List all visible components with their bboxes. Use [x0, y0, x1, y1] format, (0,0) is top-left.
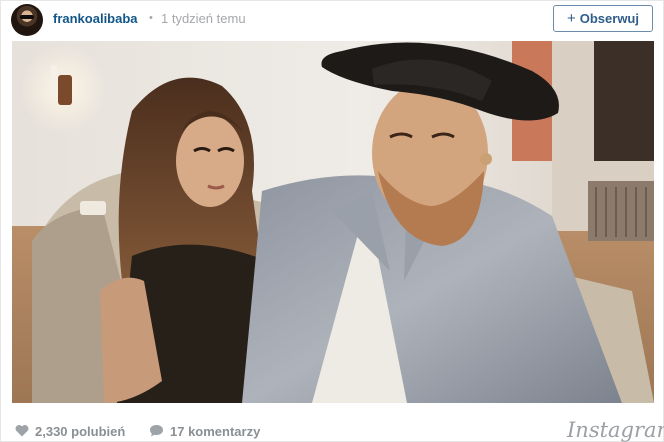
instagram-logo[interactable]: Instagram: [567, 418, 664, 442]
post-photo[interactable]: [12, 41, 654, 403]
follow-button[interactable]: + Obserwuj: [553, 5, 653, 32]
post-header: frankoalibaba • 1 tydzień temu + Obserwu…: [1, 1, 664, 39]
follow-button-label: Obserwuj: [579, 11, 639, 26]
comments-count[interactable]: 17 komentarzy: [170, 424, 260, 439]
plus-icon: +: [566, 10, 576, 27]
avatar[interactable]: [11, 4, 43, 36]
likes-count[interactable]: 2,330 polubień: [35, 424, 125, 439]
post-timestamp[interactable]: 1 tydzień temu: [161, 11, 246, 26]
instagram-embed-card: frankoalibaba • 1 tydzień temu + Obserwu…: [0, 0, 664, 442]
post-footer: 2,330 polubień 17 komentarzy Instagram: [1, 415, 664, 442]
heart-icon[interactable]: [15, 424, 29, 437]
speech-bubble-icon[interactable]: [149, 424, 164, 437]
separator-dot: •: [149, 12, 153, 24]
photo-illustration: [12, 41, 654, 403]
username-link[interactable]: frankoalibaba: [53, 11, 138, 26]
